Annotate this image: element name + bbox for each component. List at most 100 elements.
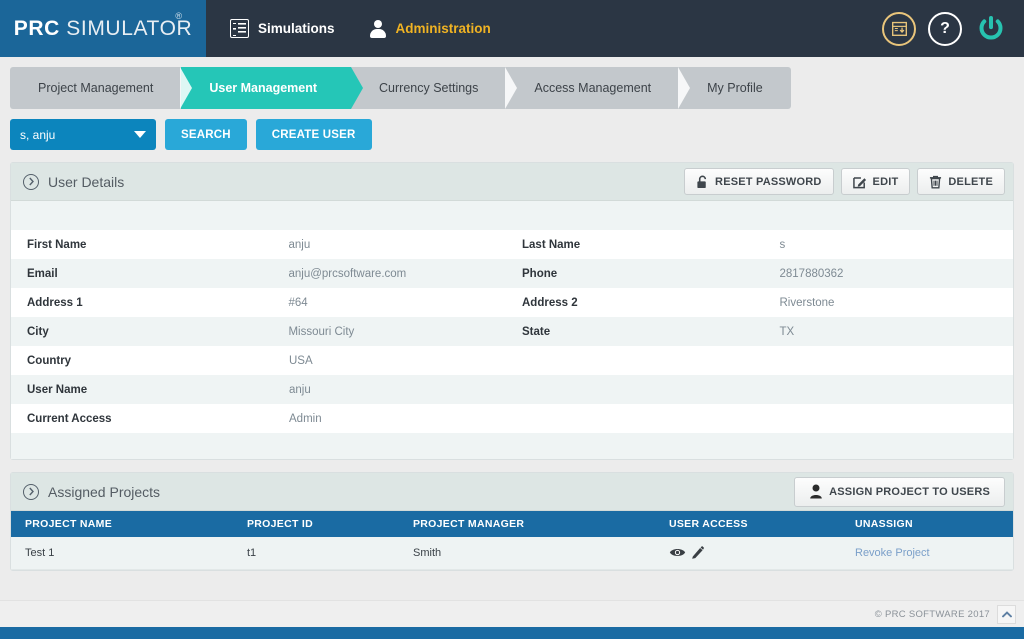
table-row: Address 1 #64 Address 2 Riverstone (11, 288, 1013, 317)
create-user-button[interactable]: CREATE USER (256, 119, 372, 150)
help-question-glyph: ? (940, 21, 950, 37)
expand-chevron-icon[interactable] (23, 174, 39, 190)
assigned-projects-panel: Assigned Projects ASSIGN PROJECT TO USER… (10, 472, 1014, 571)
cell-project-manager: Smith (399, 537, 655, 569)
logo-text: PRC SIMULATOR (14, 17, 193, 41)
breadcrumb-currency-settings-label: Currency Settings (379, 81, 478, 95)
user-details-body: First Name anju Last Name s Email anju@p… (11, 201, 1013, 459)
email-label: Email (11, 268, 288, 280)
phone-value: 2817880362 (779, 268, 1013, 280)
table-row: User Name anju (11, 375, 1013, 404)
address2-value: Riverstone (779, 297, 1013, 309)
breadcrumb-my-profile[interactable]: My Profile (679, 67, 791, 109)
state-label: State (522, 326, 779, 338)
user-select-dropdown[interactable]: s, anju (10, 119, 156, 150)
country-label: Country (11, 355, 289, 367)
user-name-label: User Name (11, 384, 289, 396)
assign-project-label: ASSIGN PROJECT TO USERS (829, 486, 990, 498)
state-value: TX (779, 326, 1013, 338)
address1-label: Address 1 (11, 297, 288, 309)
cell-project-id: t1 (233, 537, 399, 569)
breadcrumb-my-profile-label: My Profile (707, 81, 763, 95)
edit-button[interactable]: EDIT (841, 168, 911, 195)
calendar-download-icon[interactable] (882, 12, 916, 46)
table-row: Test 1 t1 Smith (11, 537, 1013, 569)
calendar-download-glyph (891, 20, 908, 37)
logo-bold-text: PRC (14, 17, 60, 40)
logo-light-text: SIMULATOR (60, 17, 192, 40)
assign-project-to-users-button[interactable]: ASSIGN PROJECT TO USERS (794, 477, 1005, 507)
eye-icon[interactable] (669, 546, 686, 559)
document-list-icon (230, 19, 249, 38)
revoke-project-link[interactable]: Revoke Project (855, 547, 930, 559)
chevron-right-icon (351, 67, 363, 109)
column-project-id: PROJECT ID (233, 511, 399, 537)
assigned-projects-title: Assigned Projects (48, 484, 160, 500)
user-add-icon (809, 484, 823, 499)
nav-item-simulations[interactable]: Simulations (230, 19, 335, 38)
trash-icon (929, 175, 942, 189)
help-icon[interactable]: ? (928, 12, 962, 46)
reset-password-button[interactable]: RESET PASSWORD (684, 168, 834, 195)
first-name-value: anju (288, 239, 522, 251)
last-name-value: s (779, 239, 1013, 251)
address1-value: #64 (288, 297, 522, 309)
copyright-text: © PRC SOFTWARE 2017 (875, 609, 990, 620)
chevron-right-icon (678, 67, 690, 109)
app-logo[interactable]: PRC SIMULATOR ® (0, 0, 206, 57)
chevron-right-icon (180, 67, 192, 109)
email-value: anju@prcsoftware.com (288, 268, 522, 280)
expand-chevron-icon[interactable] (23, 484, 39, 500)
user-select-value: s, anju (20, 128, 55, 142)
table-row: Country USA (11, 346, 1013, 375)
cell-project-name: Test 1 (11, 537, 233, 569)
breadcrumb-user-management-label: User Management (209, 81, 317, 95)
scroll-to-top-icon[interactable] (997, 605, 1016, 624)
current-access-label: Current Access (11, 413, 289, 425)
cell-user-access (655, 537, 841, 569)
breadcrumb: Project Management User Management Curre… (0, 57, 1024, 119)
table-header-row: PROJECT NAME PROJECT ID PROJECT MANAGER … (11, 511, 1013, 537)
unlock-icon (696, 175, 709, 189)
nav-item-administration-label: Administration (396, 21, 491, 36)
delete-button[interactable]: DELETE (917, 168, 1005, 195)
column-project-name: PROJECT NAME (11, 511, 233, 537)
assigned-projects-table-body: Test 1 t1 Smith (11, 537, 1013, 569)
nav-item-administration[interactable]: Administration (369, 20, 491, 38)
main-nav: Simulations Administration (206, 0, 491, 57)
assigned-projects-actions: ASSIGN PROJECT TO USERS (794, 477, 1005, 507)
assigned-projects-header: Assigned Projects ASSIGN PROJECT TO USER… (11, 473, 1013, 511)
first-name-label: First Name (11, 239, 288, 251)
chevron-up-glyph (1002, 611, 1012, 618)
chevron-right-glyph (28, 177, 35, 186)
chevron-right-icon (505, 67, 517, 109)
registered-trademark-icon: ® (175, 11, 182, 21)
breadcrumb-access-management[interactable]: Access Management (506, 67, 679, 109)
detail-row-spacer-bottom (11, 433, 1013, 459)
column-user-access: USER ACCESS (655, 511, 841, 537)
city-value: Missouri City (288, 326, 522, 338)
breadcrumb-user-management[interactable]: User Management (181, 67, 351, 109)
user-icon (369, 20, 387, 38)
edit-label: EDIT (873, 176, 899, 188)
user-details-actions: RESET PASSWORD EDIT DELETE (684, 168, 1005, 195)
column-unassign: UNASSIGN (841, 511, 1013, 537)
header-actions: ? (882, 0, 1024, 57)
search-button[interactable]: SEARCH (165, 119, 247, 150)
city-label: City (11, 326, 288, 338)
phone-label: Phone (522, 268, 779, 280)
country-value: USA (289, 355, 523, 367)
bottom-accent-strip (0, 627, 1024, 639)
user-access-icon-group (669, 545, 841, 560)
detail-row-spacer-top (11, 201, 1013, 230)
table-row: Current Access Admin (11, 404, 1013, 433)
top-header-bar: PRC SIMULATOR ® Simulations Administrati… (0, 0, 1024, 57)
reset-password-label: RESET PASSWORD (715, 176, 822, 188)
pencil-icon[interactable] (690, 545, 705, 560)
breadcrumb-currency-settings[interactable]: Currency Settings (351, 67, 506, 109)
breadcrumb-project-management[interactable]: Project Management (10, 67, 181, 109)
page-footer: © PRC SOFTWARE 2017 (0, 600, 1024, 627)
user-search-toolbar: s, anju SEARCH CREATE USER (0, 119, 1024, 162)
table-row: First Name anju Last Name s (11, 230, 1013, 259)
power-icon[interactable] (974, 12, 1008, 46)
